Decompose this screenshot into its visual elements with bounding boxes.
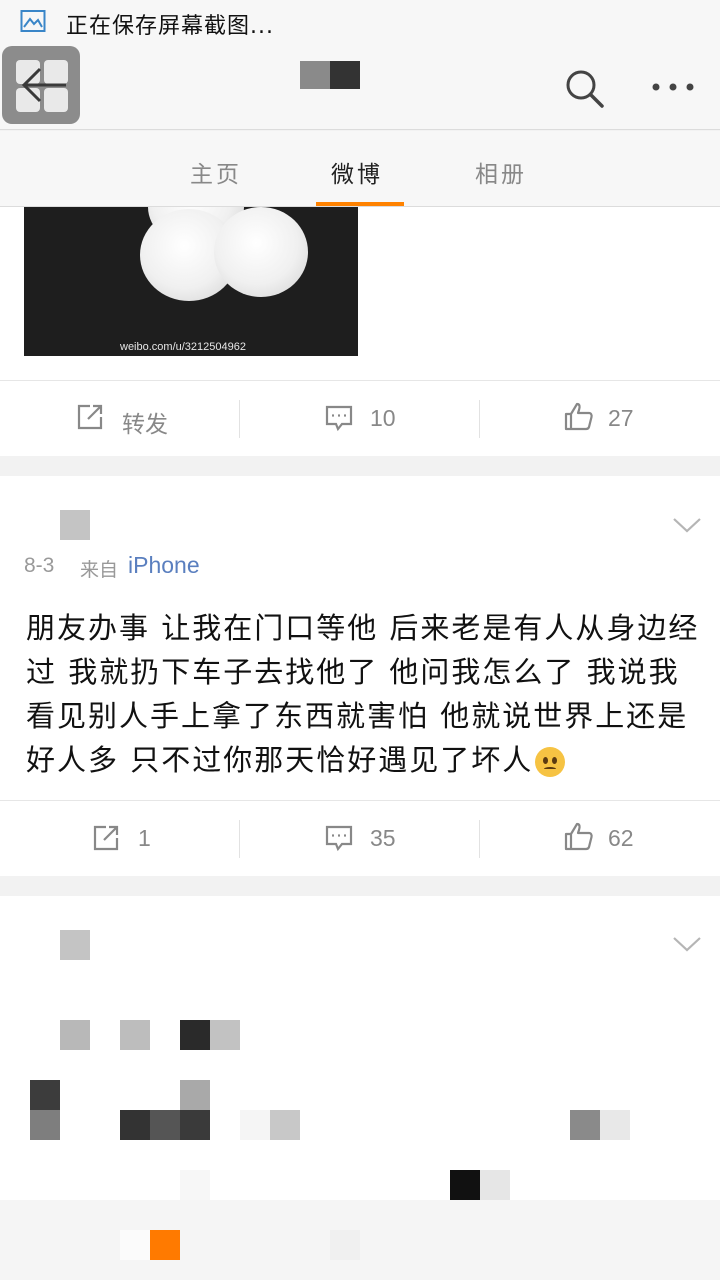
image-watermark: weibo.com/u/3212504962: [120, 341, 246, 353]
post-source[interactable]: iPhone: [128, 552, 200, 579]
tab-home[interactable]: 主页: [190, 155, 242, 189]
like-icon[interactable]: [564, 401, 594, 431]
avatar[interactable]: [60, 510, 90, 540]
back-arrow-icon: [21, 67, 66, 103]
nav-bar: [0, 44, 720, 130]
repost-count[interactable]: 1: [138, 825, 151, 852]
back-button[interactable]: [2, 46, 80, 124]
comment-icon[interactable]: [325, 404, 353, 432]
avatar[interactable]: [60, 930, 90, 960]
comment-count[interactable]: 35: [370, 825, 396, 852]
tab-weibo[interactable]: 微博: [331, 155, 383, 189]
like-icon[interactable]: [564, 821, 594, 851]
post-image[interactable]: [24, 207, 358, 356]
post-time: 8-3: [24, 554, 55, 577]
like-count[interactable]: 27: [608, 405, 634, 432]
bottom-bar: [0, 1200, 720, 1280]
sad-face-emoji: [535, 747, 566, 777]
bottom-bar-item[interactable]: [330, 1230, 360, 1260]
chevron-down-icon[interactable]: [672, 516, 702, 534]
more-dots-icon[interactable]: [648, 72, 698, 102]
search-icon[interactable]: [562, 66, 606, 110]
post-text: 朋友办事 让我在门口等他 后来老是有人从身边经过 我就扔下车子去找他了 他问我怎…: [26, 606, 702, 782]
post-from-label: 来自: [80, 559, 119, 581]
active-tab-indicator: [316, 202, 404, 206]
comment-count[interactable]: 10: [370, 405, 396, 432]
like-count[interactable]: 62: [608, 825, 634, 852]
status-text: 正在保存屏幕截图...: [66, 14, 274, 39]
post-card: [0, 896, 720, 1200]
chevron-down-icon[interactable]: [672, 935, 702, 953]
comment-icon[interactable]: [325, 824, 353, 852]
post-action-row: 转发 10 27: [0, 380, 720, 456]
repost-label[interactable]: 转发: [122, 405, 168, 439]
page-title-pixelated: [300, 61, 360, 89]
tab-album[interactable]: 相册: [475, 155, 527, 189]
image-icon: [20, 10, 46, 32]
post-body: 朋友办事 让我在门口等他 后来老是有人从身边经过 我就扔下车子去找他了 他问我怎…: [26, 611, 700, 777]
repost-icon[interactable]: [76, 403, 104, 431]
repost-icon[interactable]: [92, 824, 120, 852]
post-action-row: 1 35 62: [0, 800, 720, 876]
bottom-bar-item[interactable]: [120, 1230, 150, 1260]
bottom-bar-item[interactable]: [150, 1230, 180, 1260]
